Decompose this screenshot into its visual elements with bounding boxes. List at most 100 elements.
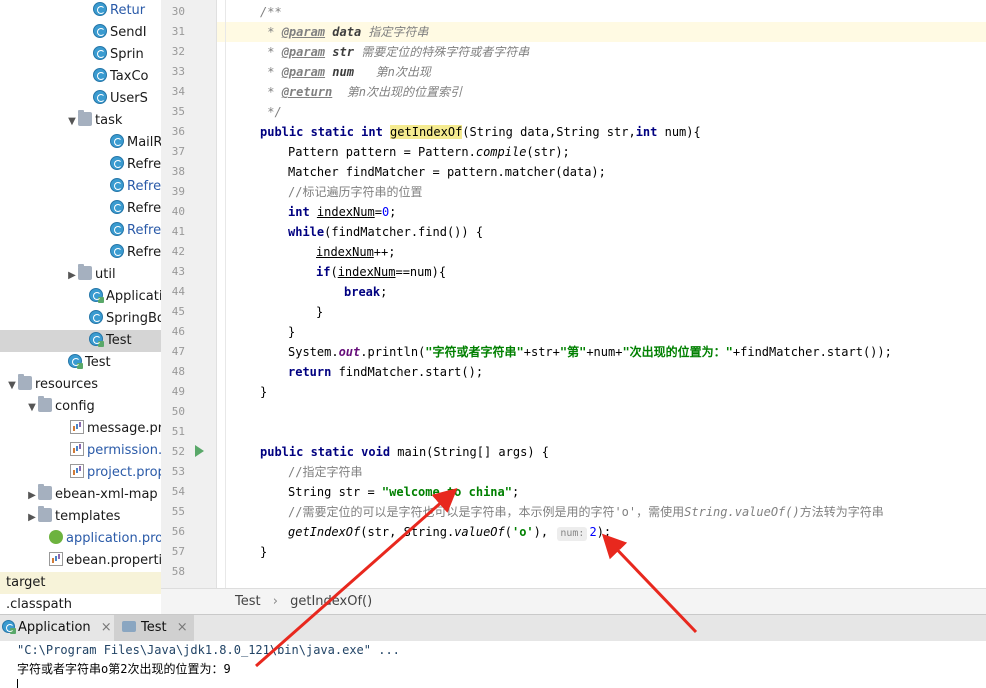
- tree-item-class[interactable]: Retur: [93, 0, 145, 22]
- code-editor[interactable]: /** * @param data 指定字符串 * @param str 需要定…: [217, 0, 986, 588]
- chevron-down-icon[interactable]: ▼: [6, 375, 18, 397]
- line-number: 40: [171, 205, 185, 218]
- code-line-41: while(findMatcher.find()) {: [288, 225, 484, 239]
- tree-item-class[interactable]: Sprin: [93, 44, 144, 66]
- properties-file-icon: [70, 464, 84, 478]
- properties-file-icon: [70, 420, 84, 434]
- code-line-52: public static void main(String[] args) {: [260, 445, 549, 459]
- class-icon: [110, 156, 124, 170]
- run-gutter-icon[interactable]: [195, 445, 204, 457]
- tree-folder-task[interactable]: ▼ task: [66, 110, 122, 132]
- code-line-31: * @param data 指定字符串: [217, 22, 986, 42]
- code-line-42: indexNum++;: [316, 245, 396, 259]
- chevron-right-icon[interactable]: ▶: [26, 485, 38, 507]
- class-icon: [93, 2, 107, 16]
- line-number: 45: [171, 305, 185, 318]
- text-cursor: [17, 679, 18, 688]
- close-icon[interactable]: ×: [177, 620, 188, 635]
- breadcrumb: Test › getIndexOf(): [161, 588, 986, 615]
- code-line-45: }: [316, 305, 324, 319]
- line-number: 47: [171, 345, 185, 358]
- spring-config-icon: [49, 530, 63, 544]
- breadcrumb-class[interactable]: Test: [161, 594, 261, 609]
- console-command-line: "C:\Program Files\Java\jdk1.8.0_121\bin\…: [17, 643, 400, 657]
- chevron-down-icon[interactable]: ▼: [26, 397, 38, 419]
- tree-item-class[interactable]: Refre: [110, 198, 161, 220]
- tree-item-file[interactable]: project.prop: [70, 462, 161, 484]
- class-icon: [89, 332, 104, 347]
- code-line-36: public static int getIndexOf(String data…: [260, 125, 701, 139]
- tree-item-file[interactable]: permission.p: [70, 440, 161, 462]
- close-icon[interactable]: ×: [101, 620, 112, 635]
- tree-item-selected[interactable]: Test: [0, 330, 161, 352]
- tree-item-file[interactable]: ebean.propertie: [49, 550, 161, 572]
- properties-file-icon: [49, 552, 63, 566]
- line-number: 42: [171, 245, 185, 258]
- folder-icon: [78, 264, 92, 280]
- tree-folder-config[interactable]: ▼ config: [26, 396, 95, 418]
- tree-item-class[interactable]: TaxCo: [93, 66, 148, 88]
- code-line-57: }: [260, 545, 268, 559]
- folder-icon: [78, 110, 92, 126]
- tree-folder-resources[interactable]: ▼ resources: [6, 374, 98, 396]
- class-icon: [93, 90, 107, 104]
- tree-item-class[interactable]: Refre: [110, 220, 161, 242]
- tree-item-file[interactable]: application.prop: [49, 528, 161, 550]
- code-line-47: System.out.println("字符或者字符串"+str+"第"+num…: [288, 345, 892, 359]
- breadcrumb-method[interactable]: getIndexOf(): [290, 594, 372, 609]
- code-line-53: //指定字符串: [288, 465, 363, 479]
- code-line-37: Pattern pattern = Pattern.compile(str);: [288, 145, 570, 159]
- line-number: 33: [171, 65, 185, 78]
- class-icon: [89, 288, 104, 303]
- line-number: 43: [171, 265, 185, 278]
- chevron-right-icon[interactable]: ▶: [66, 265, 78, 287]
- folder-icon: [18, 374, 32, 390]
- tree-item-class[interactable]: UserS: [93, 88, 148, 110]
- class-icon: [93, 24, 107, 38]
- tree-folder-ebean-xml[interactable]: ▶ ebean-xml-map: [26, 484, 158, 506]
- code-line-44: break;: [344, 285, 388, 299]
- tree-folder-templates[interactable]: ▶ templates: [26, 506, 120, 528]
- code-line-35: */: [260, 105, 282, 119]
- code-line-49: }: [260, 385, 268, 399]
- tree-item-class[interactable]: Refre: [110, 242, 161, 264]
- run-console[interactable]: "C:\Program Files\Java\jdk1.8.0_121\bin\…: [0, 641, 986, 688]
- tree-item-file[interactable]: .classpath: [0, 594, 72, 614]
- properties-file-icon: [70, 442, 84, 456]
- line-number: 57: [171, 545, 185, 558]
- chevron-down-icon[interactable]: ▼: [66, 111, 78, 133]
- line-number: 52: [171, 445, 185, 458]
- console-output-line: 字符或者字符串o第2次出现的位置为：9: [17, 662, 231, 676]
- tree-item-class[interactable]: Applicati: [89, 286, 161, 308]
- line-number: 30: [171, 5, 185, 18]
- line-number: 31: [171, 25, 185, 38]
- line-number: 34: [171, 85, 185, 98]
- project-tree: Retur SendI Sprin TaxCo UserS ▼ task Mail…: [0, 0, 161, 614]
- line-number: 32: [171, 45, 185, 58]
- tab-test[interactable]: Test ×: [114, 615, 194, 641]
- editor-gutter: 30 31 32 33 34 35 36 37 38 39 40 41 42 43 44 45 46 47 48 49…: [161, 0, 217, 588]
- class-icon: [110, 134, 124, 148]
- class-icon: [68, 354, 83, 369]
- line-number: 35: [171, 105, 185, 118]
- code-line-39: //标记遍历字符串的位置: [288, 185, 423, 199]
- param-hint: num:: [557, 527, 588, 541]
- class-icon: [93, 46, 107, 60]
- code-line-56: getIndexOf(str, String.valueOf('o'), num…: [288, 525, 612, 541]
- tree-folder-target[interactable]: target: [0, 572, 161, 594]
- tab-application[interactable]: Application ×: [0, 615, 114, 641]
- test-config-icon: [122, 621, 136, 632]
- tree-item-class[interactable]: Test: [68, 352, 111, 374]
- tree-item-class[interactable]: SpringBo: [89, 308, 161, 330]
- tree-item-class[interactable]: SendI: [93, 22, 147, 44]
- tree-item-class[interactable]: Refre: [110, 176, 161, 198]
- code-line-33: * @param num 第n次出现: [260, 65, 431, 79]
- line-number: 38: [171, 165, 185, 178]
- code-line-46: }: [288, 325, 296, 339]
- tree-item-file[interactable]: message.pro: [70, 418, 161, 440]
- chevron-right-icon[interactable]: ▶: [26, 507, 38, 529]
- run-config-icon: [2, 620, 16, 634]
- tree-item-class[interactable]: MailR: [110, 132, 161, 154]
- tree-folder-util[interactable]: ▶ util: [66, 264, 116, 286]
- tree-item-class[interactable]: Refre: [110, 154, 161, 176]
